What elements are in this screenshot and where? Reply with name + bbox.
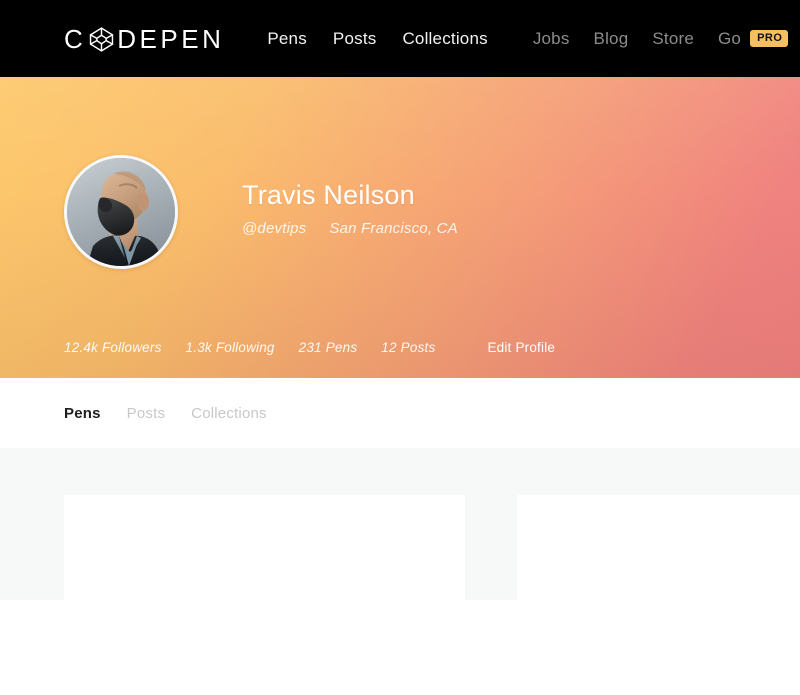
avatar[interactable] [64,155,178,269]
identity-block: Travis Neilson @devtips San Francisco, C… [242,179,458,244]
stat-following[interactable]: 1.3k Following [186,340,275,355]
nav-link-pens[interactable]: Pens [267,29,307,49]
page-title: Travis Neilson [242,179,415,210]
pen-grid [64,448,800,695]
stat-pens[interactable]: 231 Pens [299,340,358,355]
location: San Francisco, CA [329,220,458,238]
logo-text-before: C [64,23,87,54]
codepen-logo[interactable]: C DEPEN [64,25,224,52]
profile-tabbar: Pens Posts Collections [0,378,800,448]
pens-content-area [0,448,800,695]
profile-stats: 12.4k Followers 1.3k Following 231 Pens … [64,340,555,355]
codepen-logo-mark-icon [88,26,115,53]
pro-badge: PRO [750,30,789,47]
top-navbar: C DEPEN Pens Posts Collections Jobs Blog… [0,0,800,77]
username[interactable]: @devtips [242,220,306,237]
nav-link-store[interactable]: Store [652,29,694,49]
nav-link-posts[interactable]: Posts [333,29,377,49]
nav-link-jobs[interactable]: Jobs [533,29,570,49]
profile-hero: Travis Neilson @devtips San Francisco, C… [0,77,800,378]
hero-inner: Travis Neilson @devtips San Francisco, C… [0,77,800,269]
pen-card[interactable] [64,495,465,695]
tab-pens[interactable]: Pens [64,405,101,422]
stat-posts[interactable]: 12 Posts [381,340,435,355]
go-pro-button[interactable]: Go PRO [718,28,789,49]
logo-text-after: DEPEN [117,23,225,54]
go-pro-label: Go [718,28,742,48]
primary-nav: Pens Posts Collections [267,29,487,49]
tab-posts[interactable]: Posts [127,405,166,422]
nav-link-blog[interactable]: Blog [594,29,629,49]
profile-row: Travis Neilson @devtips San Francisco, C… [64,77,736,269]
edit-profile-button[interactable]: Edit Profile [487,340,555,355]
pen-card[interactable] [517,495,800,695]
stat-followers[interactable]: 12.4k Followers [64,340,162,355]
profile-meta: @devtips San Francisco, CA [242,220,458,237]
tab-collections[interactable]: Collections [191,405,267,422]
secondary-nav: Jobs Blog Store Go PRO [533,29,789,49]
nav-link-collections[interactable]: Collections [402,29,487,49]
